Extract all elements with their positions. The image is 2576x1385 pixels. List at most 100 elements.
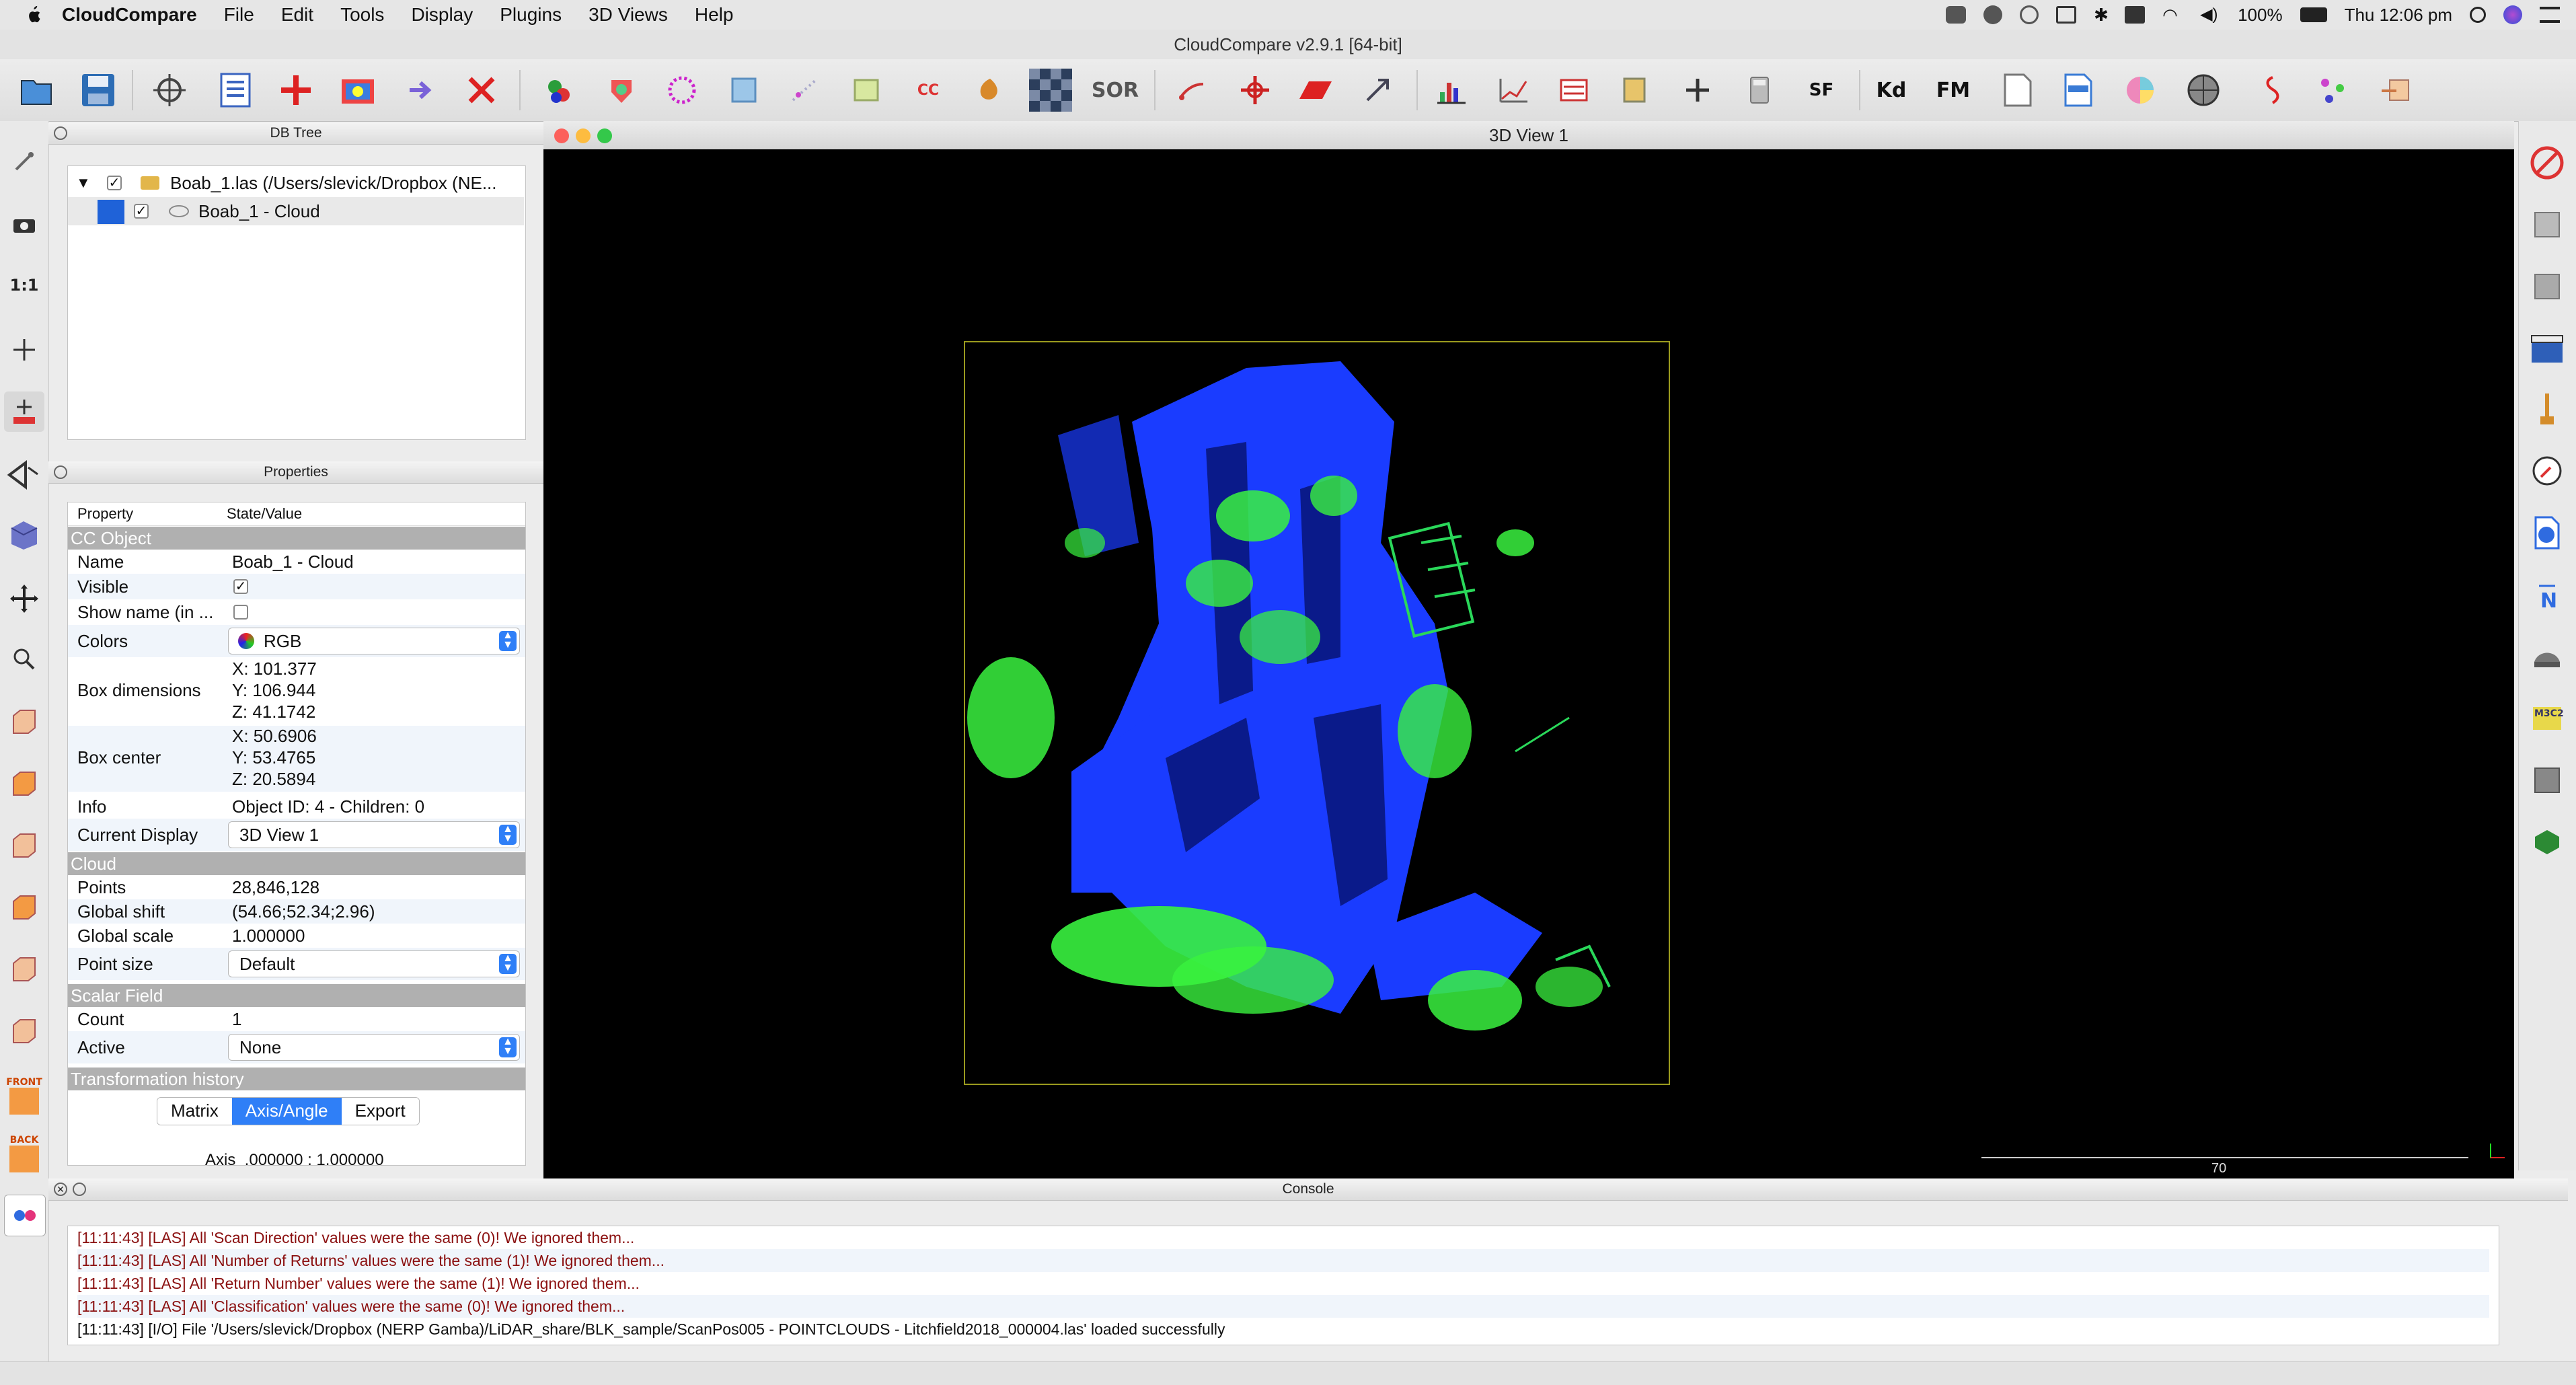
tree-item-root[interactable]: ▼ ✓ Boab_1.las (/Users/slevick/Dropbox (… <box>68 169 524 197</box>
clone-icon[interactable] <box>401 69 444 112</box>
point-picking-icon[interactable] <box>1356 69 1399 112</box>
window-minimize-button[interactable] <box>576 128 591 143</box>
show-name-checkbox[interactable] <box>233 605 248 620</box>
view-bottom-icon[interactable] <box>4 948 44 989</box>
window-close-button[interactable] <box>554 128 569 143</box>
display-cube-icon[interactable] <box>4 514 44 554</box>
north-arrow-icon[interactable]: N <box>2526 573 2569 616</box>
m3c2-icon[interactable]: M3C2 <box>2526 697 2569 740</box>
view-top-icon[interactable] <box>4 701 44 741</box>
add-sf-icon[interactable] <box>1676 69 1719 112</box>
crosshair-icon[interactable] <box>4 330 44 370</box>
console-log[interactable]: [11:11:43] [LAS] All 'Scan Direction' va… <box>67 1226 2499 1345</box>
density-icon[interactable] <box>660 69 704 112</box>
transfer-icon[interactable] <box>2374 69 2417 112</box>
merge-icon[interactable] <box>336 69 379 112</box>
cloud-layers-icon[interactable] <box>2526 203 2569 246</box>
colorscale-manager-icon[interactable] <box>1613 69 1656 112</box>
apple-icon[interactable] <box>23 5 43 25</box>
bluetooth-icon[interactable]: ✱ <box>2094 6 2109 24</box>
delete-icon[interactable] <box>460 69 503 112</box>
pan-arrows-icon[interactable] <box>4 578 44 619</box>
pick-rotation-center-icon[interactable] <box>4 141 44 182</box>
point-list-icon[interactable] <box>2311 69 2354 112</box>
menu-app[interactable]: CloudCompare <box>62 4 197 26</box>
db-tree-float-button[interactable] <box>54 126 67 140</box>
front-view-button[interactable]: FRONT <box>4 1071 44 1121</box>
console-close-icon[interactable]: ✕ <box>54 1183 67 1196</box>
wifi-icon[interactable]: ◠ <box>2162 6 2183 24</box>
export-csv-icon[interactable] <box>2057 69 2100 112</box>
camera-icon[interactable] <box>4 204 44 245</box>
menu-3d-views[interactable]: 3D Views <box>589 4 668 26</box>
menu-edit[interactable]: Edit <box>281 4 313 26</box>
zoom-icon[interactable] <box>4 639 44 679</box>
stereo-mode-icon[interactable] <box>4 1195 46 1236</box>
tab-matrix[interactable]: Matrix <box>157 1098 232 1125</box>
sor-filter-icon[interactable]: SOR <box>1092 69 1139 112</box>
properties-float-button[interactable] <box>54 465 67 479</box>
save-icon[interactable] <box>77 69 120 112</box>
keyboard-icon[interactable] <box>2125 6 2146 24</box>
back-view-button[interactable]: BACK <box>4 1129 44 1178</box>
hpr-icon[interactable] <box>2526 635 2569 678</box>
tab-export[interactable]: Export <box>341 1098 419 1125</box>
open-icon[interactable] <box>15 69 58 112</box>
sample-points-icon[interactable] <box>538 69 581 112</box>
volume-icon[interactable]: ◀) <box>2200 6 2220 24</box>
export-file-icon[interactable] <box>1996 69 2039 112</box>
auto-pick-icon[interactable] <box>4 391 44 432</box>
cross-profile-icon[interactable] <box>2248 69 2291 112</box>
active-sf-select[interactable]: None ▲ ▼ <box>228 1034 520 1061</box>
window-zoom-button[interactable] <box>597 128 612 143</box>
checkerboard-icon[interactable] <box>1029 69 1072 112</box>
sf-plugin-icon[interactable] <box>2526 511 2569 554</box>
time-machine-icon[interactable] <box>2020 5 2039 24</box>
console-float-button[interactable] <box>73 1183 86 1196</box>
perspective-icon[interactable] <box>4 455 44 495</box>
calculator-icon[interactable] <box>1738 69 1781 112</box>
view-back-cube-icon[interactable] <box>4 1010 44 1051</box>
visible-checkbox[interactable]: ✓ <box>233 579 248 594</box>
fast-marching-icon[interactable]: FM <box>1932 69 1975 112</box>
animation-clapper-icon[interactable] <box>2526 327 2569 370</box>
menu-tools[interactable]: Tools <box>340 4 384 26</box>
globe-icon[interactable] <box>2182 69 2225 112</box>
current-display-select[interactable]: 3D View 1 ▲ ▼ <box>228 821 520 848</box>
battery-icon[interactable] <box>2300 7 2327 22</box>
menu-file[interactable]: File <box>224 4 254 26</box>
view-3d[interactable]: 3D View 1 70 <box>543 121 2514 1178</box>
sf-properties-icon[interactable]: SF <box>1800 69 1843 112</box>
prop-name-value[interactable]: Boab_1 - Cloud <box>232 550 354 574</box>
root-visibility-checkbox[interactable]: ✓ <box>107 176 122 190</box>
pcv-icon[interactable] <box>2526 759 2569 802</box>
mesh-icon[interactable] <box>722 69 765 112</box>
tree-item-cloud[interactable]: ✓ Boab_1 - Cloud <box>68 197 524 225</box>
segment-icon[interactable] <box>1170 69 1213 112</box>
list-icon[interactable] <box>214 69 257 112</box>
filter-by-value-icon[interactable] <box>1552 69 1595 112</box>
point-size-select[interactable]: Default ▲ ▼ <box>228 950 520 977</box>
view-front-cube-icon[interactable] <box>4 763 44 803</box>
tab-axis-angle[interactable]: Axis/Angle <box>231 1098 342 1125</box>
fit-icon[interactable] <box>969 69 1012 112</box>
stop-icon[interactable] <box>2526 141 2569 184</box>
add-point-icon[interactable] <box>274 69 317 112</box>
brush-icon[interactable] <box>2526 387 2569 431</box>
menu-help[interactable]: Help <box>695 4 734 26</box>
subsample-icon[interactable] <box>600 69 643 112</box>
octree-icon[interactable] <box>845 69 888 112</box>
poisson-icon[interactable] <box>2526 821 2569 864</box>
colors-select[interactable]: RGB ▲ ▼ <box>228 628 520 654</box>
menu-plugins[interactable]: Plugins <box>500 4 562 26</box>
normals-icon[interactable] <box>783 69 826 112</box>
sf-gradient-icon[interactable] <box>1492 69 1535 112</box>
ssao-icon[interactable] <box>2526 265 2569 308</box>
view-left-icon[interactable] <box>4 825 44 865</box>
siri-icon[interactable] <box>2503 5 2522 24</box>
menu-display[interactable]: Display <box>411 4 473 26</box>
cloud-visibility-checkbox[interactable]: ✓ <box>134 204 149 219</box>
expand-arrow-icon[interactable]: ▼ <box>76 169 91 197</box>
airplay-icon[interactable] <box>2056 6 2077 24</box>
histogram-icon[interactable] <box>1430 69 1473 112</box>
